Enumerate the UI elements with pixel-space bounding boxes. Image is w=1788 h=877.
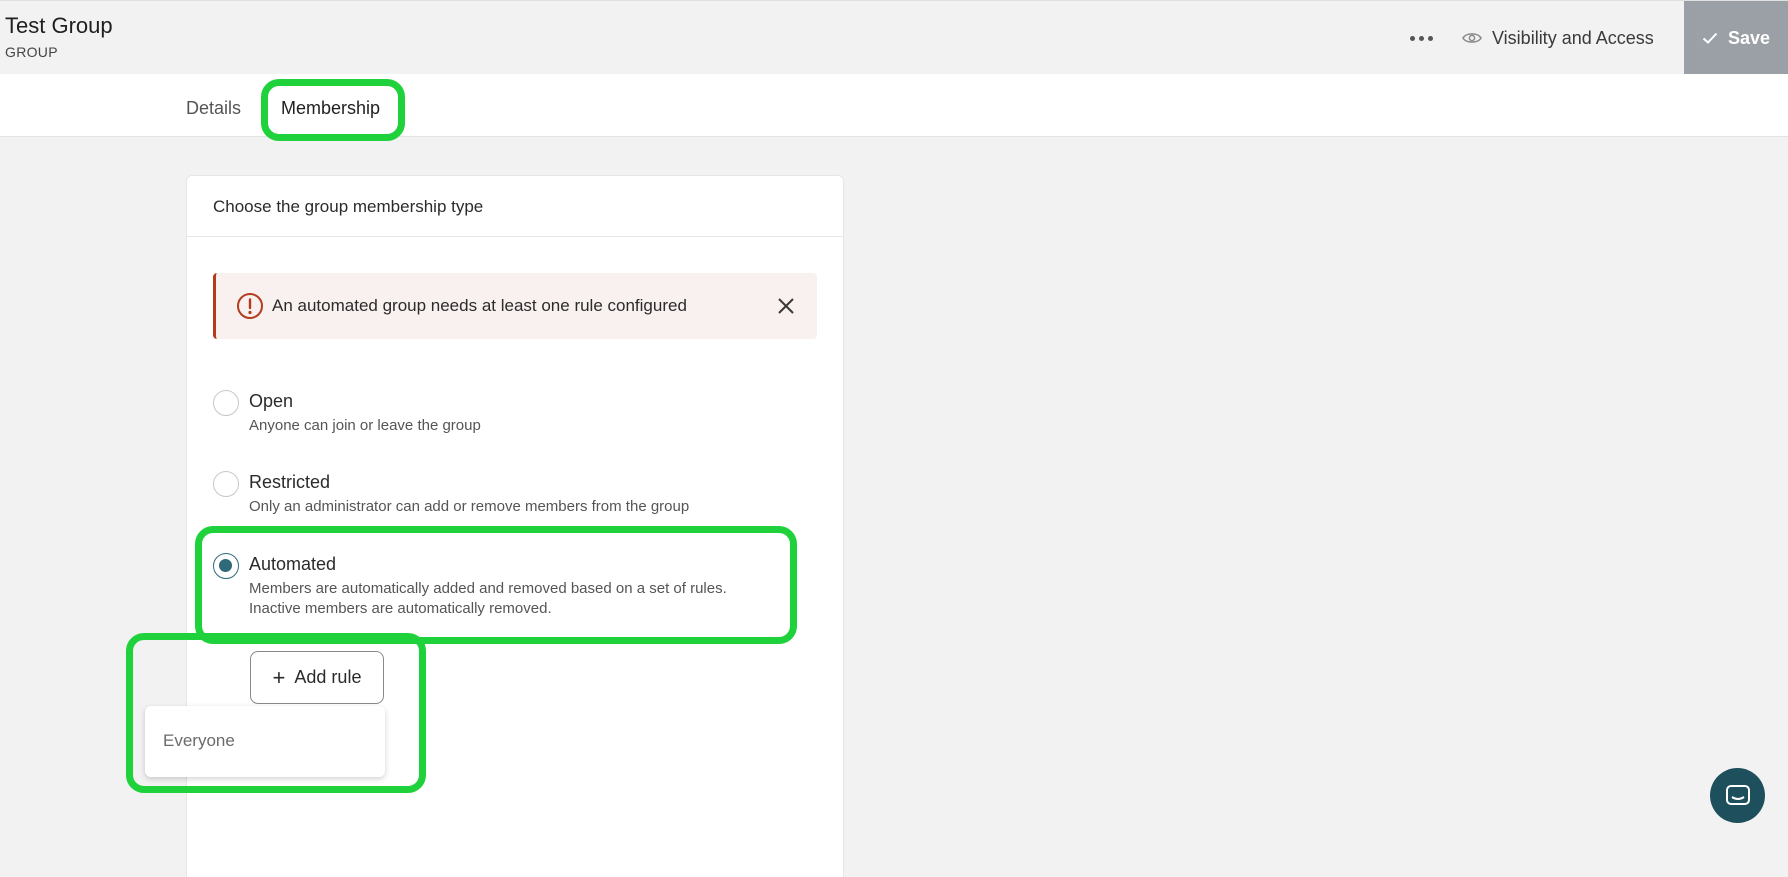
add-rule-label: Add rule xyxy=(294,667,362,687)
plus-icon: + xyxy=(272,664,286,690)
eye-icon xyxy=(1462,31,1482,45)
option-restricted-description: Only an administrator can add or remove … xyxy=(249,498,690,515)
option-restricted-label: Restricted xyxy=(249,472,331,492)
chat-icon[interactable] xyxy=(1710,768,1765,823)
page-title: Test Group xyxy=(5,13,113,38)
tab-details[interactable]: Details xyxy=(186,98,241,119)
more-horizontal-icon xyxy=(1409,35,1415,41)
radio-open[interactable] xyxy=(213,390,239,416)
tab-bar: Details Membership xyxy=(0,74,1788,137)
option-automated-label: Automated xyxy=(249,554,337,574)
option-open-description: Anyone can join or leave the group xyxy=(249,417,481,434)
visibility-and-access-button[interactable]: Visibility and Access xyxy=(1462,23,1654,53)
rule-dropdown-menu: Everyone xyxy=(145,706,385,777)
error-alert: An automated group needs at least one ru… xyxy=(213,273,817,339)
top-bar: Test Group GROUP Visibility and Access S… xyxy=(0,0,1788,75)
save-button[interactable]: Save xyxy=(1684,1,1788,75)
more-options-button[interactable] xyxy=(1400,23,1442,53)
page-subtitle: GROUP xyxy=(5,44,58,60)
add-rule-button[interactable]: + Add rule xyxy=(250,651,384,704)
option-automated-description: Members are automatically added and remo… xyxy=(249,579,727,619)
error-circle-icon xyxy=(236,292,264,320)
radio-restricted[interactable] xyxy=(213,471,239,497)
card-title: Choose the group membership type xyxy=(187,176,843,237)
tab-membership[interactable]: Membership xyxy=(281,98,380,119)
dropdown-item-everyone[interactable]: Everyone xyxy=(163,731,235,751)
close-icon[interactable] xyxy=(775,295,797,317)
option-automated-description-line1: Members are automatically added and remo… xyxy=(249,580,727,597)
save-label: Save xyxy=(1727,27,1771,48)
alert-message: An automated group needs at least one ru… xyxy=(272,296,687,315)
option-automated-description-line2: Inactive members are automatically remov… xyxy=(249,600,552,617)
check-icon xyxy=(1702,32,1718,44)
visibility-label: Visibility and Access xyxy=(1492,27,1654,48)
option-open-label: Open xyxy=(249,391,294,411)
radio-automated[interactable] xyxy=(213,553,239,579)
